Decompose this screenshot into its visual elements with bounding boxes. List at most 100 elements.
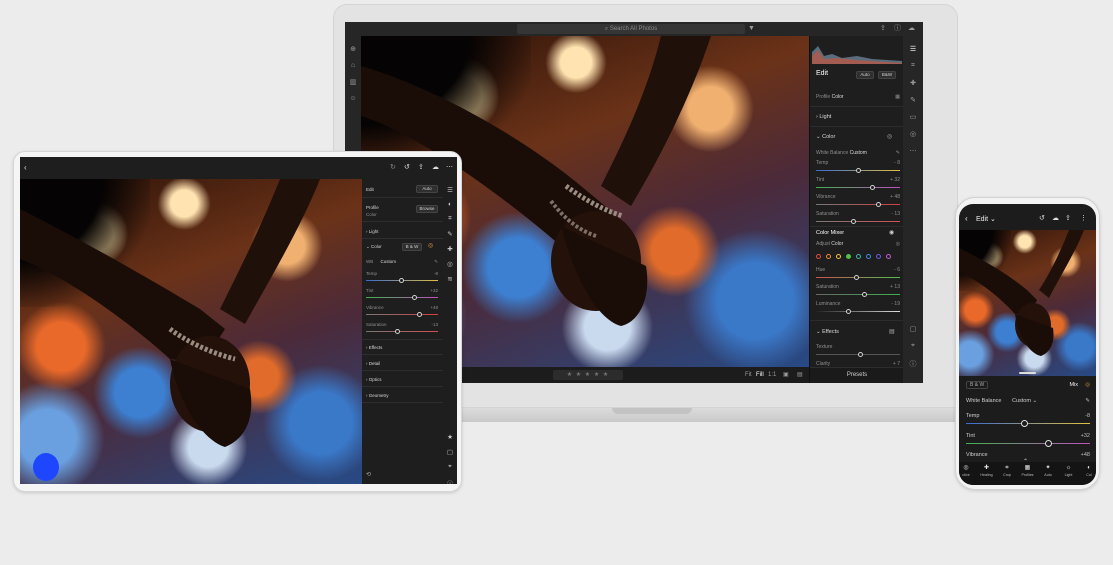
browse-button[interactable]: Browse xyxy=(416,205,438,213)
color-swatch[interactable] xyxy=(876,254,881,259)
eyedropper-icon[interactable]: ✎ xyxy=(434,259,438,265)
vibrance-slider[interactable] xyxy=(816,202,900,207)
vibrance-slider[interactable] xyxy=(366,312,438,317)
auto-button[interactable]: Auto xyxy=(416,185,438,193)
tint-slider[interactable] xyxy=(366,295,438,300)
auto-button[interactable]: Auto xyxy=(856,71,874,79)
back-icon[interactable]: ‹ xyxy=(24,163,27,172)
gradient-icon[interactable]: ▭ xyxy=(903,113,923,121)
cloud-icon[interactable]: ☁ xyxy=(908,24,915,34)
phone-tool-crop[interactable]: ⌗ Crop xyxy=(999,464,1015,477)
light-section[interactable]: › Light xyxy=(816,114,831,120)
color-swatch[interactable] xyxy=(886,254,891,259)
color-mixer-toggle-icon[interactable]: ◉ xyxy=(889,229,894,236)
profile-row[interactable]: Profile Color ▦ xyxy=(816,94,900,100)
bw-button[interactable]: B & W xyxy=(402,243,422,251)
slider-knob[interactable] xyxy=(854,275,859,280)
share-icon[interactable]: ⇪ xyxy=(418,163,424,171)
tablet-photo[interactable] xyxy=(20,179,362,484)
phone-tool-col[interactable]: ◐ Col xyxy=(1081,464,1096,477)
color-swatch[interactable] xyxy=(836,254,841,259)
info-icon[interactable]: ⓘ xyxy=(443,478,457,484)
presets-button[interactable]: Presets xyxy=(810,367,904,383)
color-section[interactable]: ⌄ Color xyxy=(366,244,382,250)
slider-knob[interactable] xyxy=(876,202,881,207)
cloud-icon[interactable]: ☁ xyxy=(1052,214,1059,222)
help-icon[interactable]: ⓘ xyxy=(894,24,901,34)
geometry-section[interactable]: › Geometry xyxy=(366,393,389,398)
hue-slider[interactable] xyxy=(816,275,900,280)
slider-knob[interactable] xyxy=(1021,420,1028,427)
presets-icon[interactable]: ◐ xyxy=(443,201,457,208)
color-section[interactable]: ⌄ Color xyxy=(816,134,835,140)
optics-section[interactable]: › Optics xyxy=(366,377,382,382)
color-swatch[interactable] xyxy=(826,254,831,259)
detail-section[interactable]: › Detail xyxy=(366,361,380,366)
slider-knob[interactable] xyxy=(851,219,856,224)
edit-sliders-icon[interactable]: ☰ xyxy=(443,186,457,194)
fill-button[interactable]: Fill xyxy=(756,370,764,380)
comment-icon[interactable]: ▢ xyxy=(443,448,457,456)
slider-knob[interactable] xyxy=(395,329,400,334)
color-mix-icon[interactable]: ◎ xyxy=(1085,382,1090,388)
phone-photo[interactable] xyxy=(959,230,1096,376)
mixer-saturation-slider[interactable] xyxy=(816,292,900,297)
radial-icon[interactable]: ◎ xyxy=(903,130,923,138)
color-swatch[interactable] xyxy=(856,254,861,259)
tint-slider[interactable] xyxy=(966,440,1090,447)
slider-knob[interactable] xyxy=(858,352,863,357)
more-icon[interactable]: ⋯ xyxy=(903,147,923,155)
effects-icon[interactable]: ▤ xyxy=(889,328,895,335)
slider-knob[interactable] xyxy=(846,309,851,314)
slider-knob[interactable] xyxy=(856,168,861,173)
healing-icon[interactable]: ✚ xyxy=(903,79,923,87)
eyedropper-icon[interactable]: ✎ xyxy=(1085,398,1090,404)
slider-knob[interactable] xyxy=(1045,440,1052,447)
bw-button[interactable]: B & W xyxy=(966,381,989,389)
color-circle-icon[interactable]: ◎ xyxy=(887,133,892,140)
tag-icon[interactable]: ⌖ xyxy=(443,463,457,471)
saturation-slider[interactable] xyxy=(816,219,900,224)
versions-icon[interactable]: ≋ xyxy=(443,275,457,283)
brush-icon[interactable]: ✎ xyxy=(903,96,923,104)
adjust-row[interactable]: Adjust Color ◎ xyxy=(816,241,900,247)
healing-icon[interactable]: ✚ xyxy=(443,245,457,253)
white-balance-row[interactable]: White Balance Custom ⌄ ✎ xyxy=(966,398,1090,404)
luminance-slider[interactable] xyxy=(816,309,900,314)
brush-icon[interactable]: ✎ xyxy=(443,230,457,238)
white-balance-select[interactable]: Custom ⌄ xyxy=(1012,398,1037,404)
comment-icon[interactable]: ▢ xyxy=(903,325,923,333)
phone-tool-healing[interactable]: ✚ Healing xyxy=(979,464,995,477)
library-icon[interactable]: ▥ xyxy=(345,78,361,86)
tag-icon[interactable]: ⌖ xyxy=(903,342,923,350)
home-icon[interactable]: ⌂ xyxy=(345,62,361,69)
search-input[interactable]: ⌕ Search All Photos xyxy=(517,24,745,34)
slider-knob[interactable] xyxy=(399,278,404,283)
phone-tool-light[interactable]: ☼ Light xyxy=(1061,464,1077,477)
info-view-icon[interactable]: ▤ xyxy=(797,370,803,380)
rating-stars[interactable]: ★ ★ ★ ★ ★ xyxy=(553,370,623,380)
profile-browser-icon[interactable]: ▦ xyxy=(895,94,900,100)
edit-sliders-icon[interactable]: ☰ xyxy=(903,45,923,53)
undo-icon[interactable]: ↺ xyxy=(1039,214,1045,222)
color-swatch[interactable] xyxy=(816,254,821,259)
phone-tool-auto[interactable]: ✦ Auto xyxy=(1040,464,1056,477)
add-icon[interactable]: ⊕ xyxy=(345,45,361,53)
star-icon[interactable]: ★ xyxy=(443,433,457,441)
tint-slider[interactable] xyxy=(816,185,900,190)
effects-section[interactable]: ⌄ Effects xyxy=(816,329,839,335)
more-icon[interactable]: ⋮ xyxy=(1080,214,1087,222)
cloud-icon[interactable]: ☁ xyxy=(432,163,439,171)
saturation-slider[interactable] xyxy=(366,329,438,334)
slider-knob[interactable] xyxy=(862,292,867,297)
color-swatch[interactable] xyxy=(866,254,871,259)
share-icon[interactable]: ⇪ xyxy=(880,24,886,34)
effects-section[interactable]: › Effects xyxy=(366,345,382,350)
wb-row[interactable]: WB Custom ✎ xyxy=(366,259,438,264)
redo-icon[interactable]: ↻ xyxy=(390,163,396,171)
slider-knob[interactable] xyxy=(417,312,422,317)
crop-icon[interactable]: ⌗ xyxy=(443,215,457,223)
temp-slider[interactable] xyxy=(966,420,1090,427)
phone-tool-profiles[interactable]: ▦ Profiles xyxy=(1020,464,1036,477)
color-swatch[interactable] xyxy=(846,254,851,259)
